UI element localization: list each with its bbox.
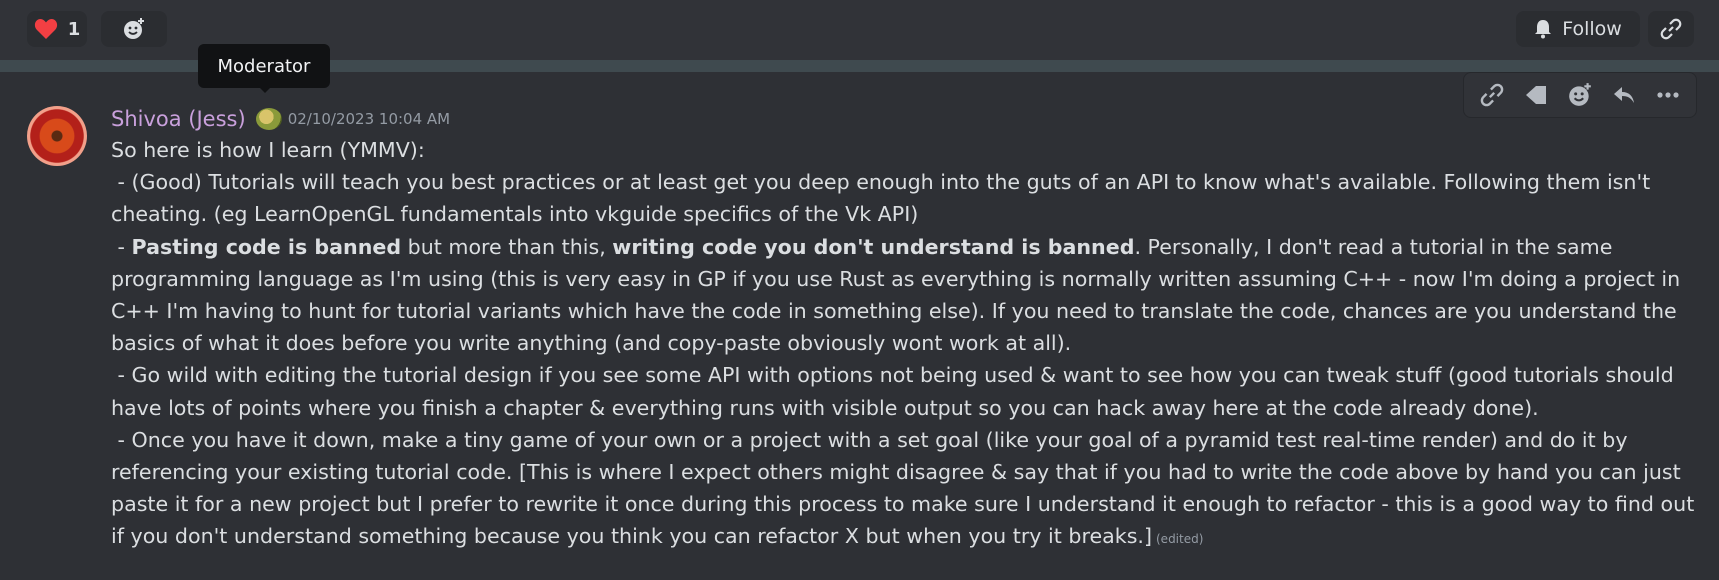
follow-button[interactable]: Follow bbox=[1516, 11, 1640, 47]
reaction-count: 1 bbox=[67, 18, 81, 40]
text-segment: - Once you have it down, make a tiny gam… bbox=[111, 427, 1701, 549]
copy-message-link-button[interactable] bbox=[1474, 77, 1510, 113]
tooltip-arrow bbox=[258, 86, 272, 93]
link-icon bbox=[1480, 83, 1504, 107]
bell-icon bbox=[1534, 19, 1552, 39]
forward-button[interactable] bbox=[1518, 77, 1554, 113]
add-reaction-button[interactable] bbox=[101, 11, 167, 47]
message-actions-toolbar bbox=[1463, 72, 1697, 118]
message-line: - Go wild with editing the tutorial desi… bbox=[111, 363, 1681, 420]
moderator-role-icon[interactable] bbox=[255, 108, 282, 130]
message-line: - Once you have it down, make a tiny gam… bbox=[111, 424, 1711, 556]
follow-label: Follow bbox=[1562, 18, 1622, 40]
bold-text: writing code you don't understand is ban… bbox=[612, 234, 1135, 259]
add-reaction-icon bbox=[1567, 82, 1593, 108]
add-reaction-icon bbox=[122, 17, 146, 41]
avatar[interactable] bbox=[27, 106, 87, 166]
heart-icon bbox=[34, 18, 58, 40]
reply-icon bbox=[1612, 84, 1636, 106]
link-icon bbox=[1660, 18, 1682, 40]
heart-reaction-button[interactable]: 1 bbox=[27, 11, 87, 47]
message[interactable]: Shivoa (Jess) 02/10/2023 10:04 AM So her… bbox=[0, 72, 1719, 580]
message-content: So here is how I learn (YMMV): - (Good) … bbox=[111, 134, 1711, 556]
message-line: - Pasting code is banned but more than t… bbox=[111, 231, 1711, 360]
timestamp[interactable]: 02/10/2023 10:04 AM bbox=[288, 110, 450, 128]
text-segment: - bbox=[111, 234, 132, 259]
message-line: So here is how I learn (YMMV): bbox=[111, 138, 425, 162]
bold-text: Pasting code is banned bbox=[131, 234, 402, 259]
copy-link-button[interactable] bbox=[1648, 11, 1694, 47]
message-line: - (Good) Tutorials will teach you best p… bbox=[111, 170, 1657, 227]
edited-label: (edited) bbox=[1156, 532, 1204, 547]
message-header: Shivoa (Jess) 02/10/2023 10:04 AM bbox=[111, 104, 450, 134]
text-segment: but more than this, bbox=[401, 234, 613, 259]
more-icon bbox=[1656, 91, 1680, 99]
reply-button[interactable] bbox=[1606, 77, 1642, 113]
more-button[interactable] bbox=[1650, 77, 1686, 113]
role-tooltip: Moderator bbox=[198, 44, 330, 88]
username[interactable]: Shivoa (Jess) bbox=[111, 107, 246, 131]
add-reaction-button[interactable] bbox=[1562, 77, 1598, 113]
forward-icon bbox=[1524, 84, 1548, 106]
